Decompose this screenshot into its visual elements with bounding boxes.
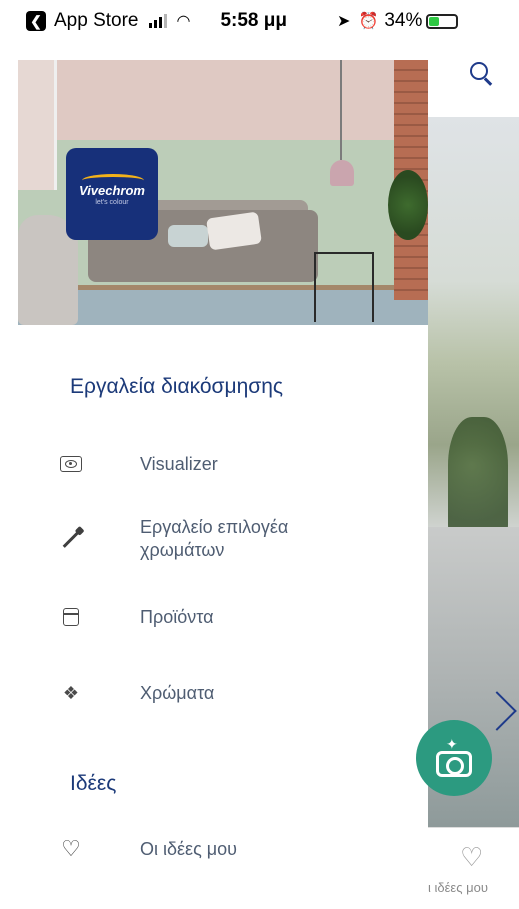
menu-item-label: Εργαλείο επιλογέα χρωμάτων [140, 517, 289, 560]
section-title-tools: Εργαλεία διακόσμησης [70, 375, 284, 398]
menu-item-label: Χρώματα [140, 682, 215, 703]
menu-item-visualizer[interactable]: Visualizer [54, 449, 414, 479]
plant-image [448, 417, 508, 537]
menu-item-label: Visualizer [140, 453, 218, 474]
back-arrow-icon[interactable]: ❮ [26, 11, 46, 31]
alarm-icon: ⏰ [358, 13, 379, 30]
menu-item-colours[interactable]: ❖ Χρώματα [54, 678, 414, 708]
background-tab-bar: ♡ ι ιδέες μου [428, 827, 519, 909]
status-time: 5:58 μμ [220, 10, 288, 31]
menu-item-label: Οι ιδέες μου [140, 838, 237, 859]
hero-window [18, 60, 57, 190]
logo-swoosh [82, 174, 144, 187]
battery-icon [426, 13, 459, 29]
pillow [168, 225, 208, 247]
section-title-ideas: Ιδέες [70, 772, 117, 795]
brand-logo: Vivechrom let's colour [66, 148, 158, 240]
cellular-signal-icon [148, 14, 167, 28]
background-header [428, 42, 519, 117]
screen-edge [0, 42, 19, 909]
menu-item-products[interactable]: Προϊόντα [54, 602, 414, 632]
lamp-wire [340, 60, 342, 160]
paint-can-icon [54, 602, 88, 632]
menu-item-my-ideas[interactable]: ♡ Οι ιδέες μου [54, 834, 414, 864]
plant [388, 170, 428, 240]
navigation-drawer: Vivechrom let's colour Εργαλεία διακόσμη… [18, 42, 428, 909]
status-bar: ❮ App Store ◠ 5:58 μμ ➤ ⏰ 34% [0, 0, 519, 42]
heart-icon[interactable]: ♡ [460, 842, 483, 873]
color-swatch-fan-icon: ❖ [62, 682, 80, 703]
search-icon[interactable] [470, 62, 492, 84]
menu-item-label: Προϊόντα [140, 606, 214, 627]
wifi-icon: ◠ [176, 13, 191, 30]
camera-eye-icon [436, 751, 472, 777]
location-arrow-icon: ➤ [337, 13, 351, 30]
menu-item-color-picker[interactable]: Εργαλείο επιλογέα χρωμάτων [54, 516, 414, 562]
tab-label[interactable]: ι ιδέες μου [428, 880, 488, 895]
back-app-label[interactable]: App Store [54, 10, 139, 32]
visualizer-eye-icon [54, 449, 88, 479]
visualizer-fab-button[interactable]: ✦ [416, 720, 492, 796]
hero-image: Vivechrom let's colour [18, 60, 428, 325]
side-table [314, 252, 374, 322]
background-photo [428, 117, 519, 537]
pendant-lamp [330, 160, 354, 186]
battery-percent: 34% [384, 10, 423, 31]
brand-tagline: let's colour [95, 198, 129, 206]
color-picker-dropper-icon [54, 524, 88, 554]
hero-wall [18, 60, 428, 140]
heart-icon: ♡ [61, 836, 81, 861]
